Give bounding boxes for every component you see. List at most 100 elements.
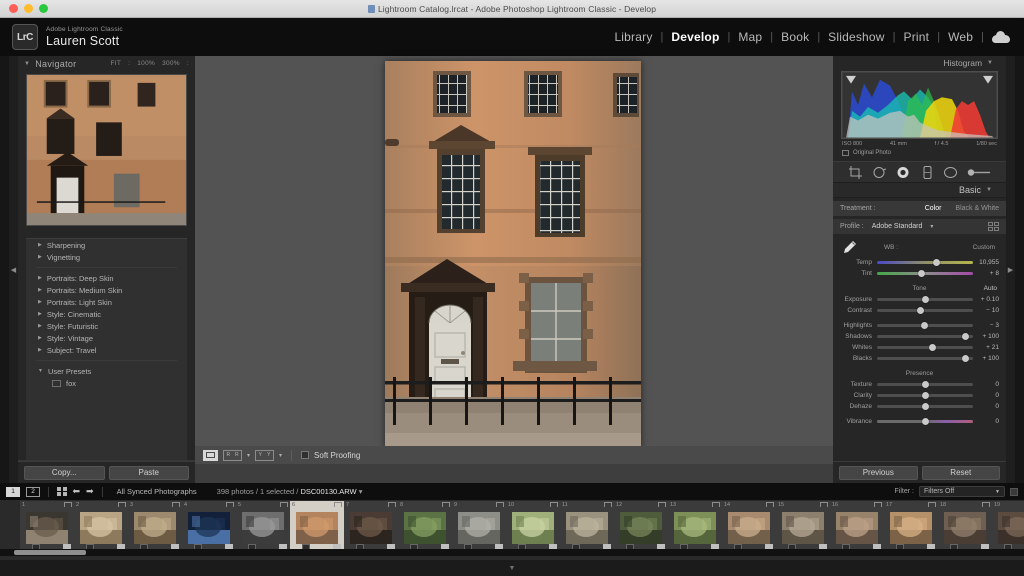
zoom-100-option[interactable]: 100% [137,60,155,67]
preset-group-style-cinematic[interactable]: ▶ Style: Cinematic [26,308,187,320]
filmstrip-source-label[interactable]: All Synced Photographs [117,487,197,496]
flag-icon[interactable] [388,502,396,507]
slider-knob[interactable] [921,296,929,303]
slider-dehaze[interactable]: Dehaze 0 [833,401,1006,412]
flag-icon[interactable] [496,502,504,507]
slider-value[interactable]: 0 [973,418,999,425]
filmstrip-thumbnail[interactable]: 10 [506,501,560,555]
flag-icon[interactable] [820,502,828,507]
user-preset-fox[interactable]: fox [26,377,187,389]
slider-highlights[interactable]: Highlights − 3 [833,320,1006,331]
slider-track[interactable] [877,296,973,303]
cloud-sync-icon[interactable] [992,31,1010,43]
slider-value[interactable]: − 3 [973,322,999,329]
zoom-fit-option[interactable]: FIT [110,60,121,67]
slider-track[interactable] [877,259,973,266]
flag-icon[interactable] [172,502,180,507]
preset-group-style-futuristic[interactable]: ▶ Style: Futuristic [26,320,187,332]
filter-toggle-button[interactable] [1010,487,1018,496]
white-balance-selector-icon[interactable] [840,239,858,257]
preset-group-portraits-deep-skin[interactable]: ▶ Portraits: Deep Skin [26,272,187,284]
slider-contrast[interactable]: Contrast − 10 [833,305,1006,316]
graduated-filter-icon[interactable] [921,165,934,179]
filmstrip-thumbnail[interactable]: 13 [668,501,722,555]
loupe-view-icon[interactable] [203,449,218,461]
preset-group-style-vintage[interactable]: ▶ Style: Vintage [26,332,187,344]
chevron-down-icon[interactable]: ▾ [930,223,933,230]
slider-knob[interactable] [920,322,928,329]
adjustment-brush-icon[interactable] [967,166,991,179]
flag-icon[interactable] [928,502,936,507]
module-web[interactable]: Web [940,30,981,44]
filmstrip-thumbnail[interactable]: 5 [236,501,290,555]
radial-filter-icon[interactable] [943,166,958,179]
zoom-300-option[interactable]: 300% [162,60,180,67]
flag-icon[interactable] [280,502,288,507]
filmstrip-thumbnail[interactable]: 17 [884,501,938,555]
module-print[interactable]: Print [896,30,938,44]
treatment-bw-option[interactable]: Black & White [955,205,999,212]
slider-track[interactable] [877,381,973,388]
filmstrip-thumbnail[interactable]: 2 [74,501,128,555]
slider-track[interactable] [877,344,973,351]
preset-group-subject-travel[interactable]: ▶ Subject: Travel [26,344,187,356]
flag-icon[interactable] [442,502,450,507]
slider-track[interactable] [877,403,973,410]
flag-icon[interactable] [604,502,612,507]
profile-value[interactable]: Adobe Standard [872,223,923,230]
slider-value[interactable]: − 10 [973,307,999,314]
slider-value[interactable]: + 100 [973,355,999,362]
slider-knob[interactable] [916,307,924,314]
slider-value[interactable]: + 8 [973,270,999,277]
slider-value[interactable]: 0 [973,403,999,410]
paste-settings-button[interactable]: Paste [108,465,189,480]
slider-track[interactable] [877,418,973,425]
slider-shadows[interactable]: Shadows + 100 [833,331,1006,342]
main-photo[interactable] [385,61,641,448]
basic-panel-header[interactable]: Basic ▼ [833,183,1006,198]
compare-caret-icon[interactable]: ▾ [279,452,282,459]
slider-knob[interactable] [961,333,969,340]
histogram-header[interactable]: Histogram ▼ [833,56,1006,70]
histogram-graph[interactable] [841,71,998,139]
slider-knob[interactable] [929,344,937,351]
crop-overlay-icon[interactable] [848,165,863,179]
chevron-down-icon[interactable]: ▼ [987,60,993,66]
filmstrip-thumbnail[interactable]: 3 [128,501,182,555]
flag-icon[interactable] [982,502,990,507]
filmstrip-thumbnail[interactable]: 4 [182,501,236,555]
slider-value[interactable]: 0 [973,381,999,388]
filmstrip-thumbnail[interactable]: 14 [722,501,776,555]
spot-removal-icon[interactable] [872,166,887,179]
flag-icon[interactable] [550,502,558,507]
slider-temp[interactable]: Temp 10,955 [833,257,1006,268]
slider-knob[interactable] [921,418,929,425]
slider-knob[interactable] [921,381,929,388]
filmstrip-thumbnail[interactable]: 1 [20,501,74,555]
screen-mode-2-button[interactable]: 2 [26,486,40,497]
slider-blacks[interactable]: Blacks + 100 [833,353,1006,364]
slider-texture[interactable]: Texture 0 [833,379,1006,390]
slider-whites[interactable]: Whites + 21 [833,342,1006,353]
soft-proofing-checkbox[interactable] [301,451,310,459]
back-arrow-icon[interactable]: ⬅ [73,486,81,497]
slider-track[interactable] [877,355,973,362]
compare-icon[interactable]: YY [255,449,275,461]
original-photo-checkbox[interactable] [842,150,849,156]
module-develop[interactable]: Develop [663,30,727,44]
slider-track[interactable] [877,333,973,340]
flag-icon[interactable] [226,502,234,507]
red-eye-icon[interactable] [896,166,911,179]
slider-clarity[interactable]: Clarity 0 [833,390,1006,401]
slider-track[interactable] [877,392,973,399]
slider-knob[interactable] [921,403,929,410]
filmstrip-thumbnail[interactable]: 7 [344,501,398,555]
slider-track[interactable] [877,322,973,329]
flag-icon[interactable] [118,502,126,507]
filmstrip-thumbnail[interactable]: 11 [560,501,614,555]
reset-button[interactable]: Reset [921,465,1000,480]
image-stage[interactable]: RR ▾ YY ▾ Soft Proofing [195,56,833,483]
slider-knob[interactable] [933,259,941,266]
slider-knob[interactable] [917,270,925,277]
left-panel-collapse-toggle[interactable]: ◀ [9,56,18,483]
